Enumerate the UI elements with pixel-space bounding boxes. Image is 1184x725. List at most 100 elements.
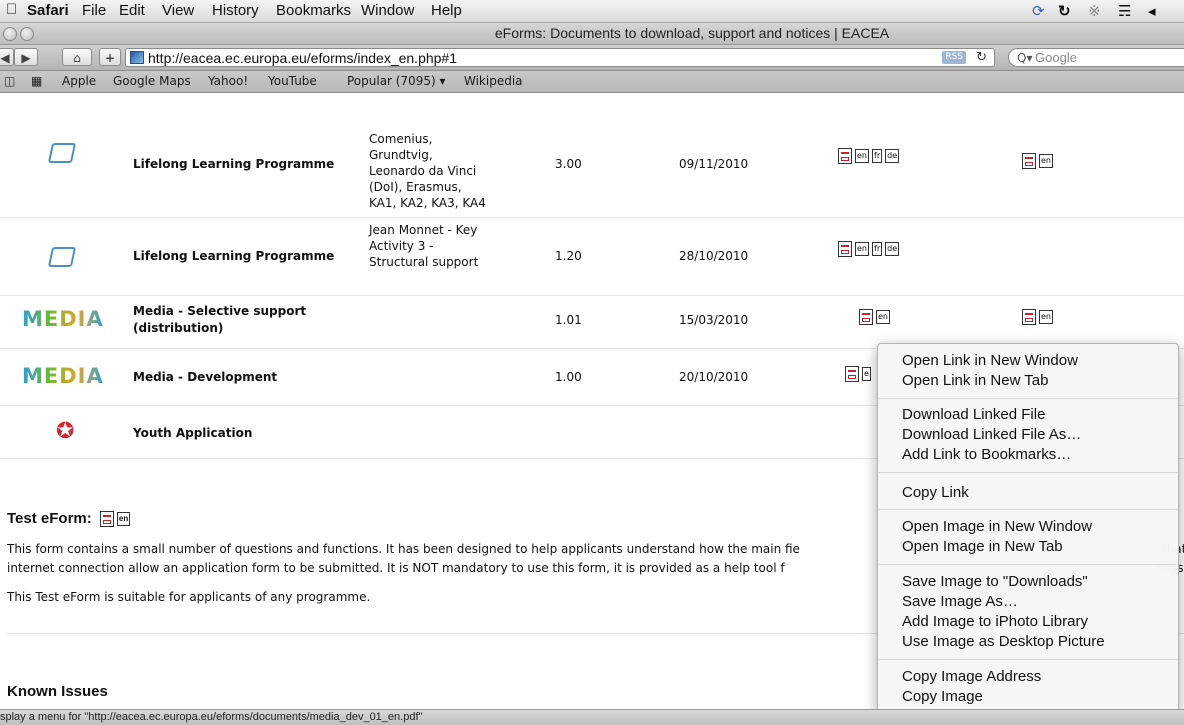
bookmarks-bar: ◫ ▦ Apple Google Maps Yahoo! YouTube Pop… [0, 71, 1184, 93]
bookmark-popular-label: Popular (7095) [347, 74, 436, 88]
download-links: en [859, 309, 890, 325]
search-field[interactable]: Q▾ Google [1008, 48, 1184, 67]
menu-edit[interactable]: Edit [119, 2, 145, 19]
bluetooth-icon[interactable]: ※ [1088, 2, 1101, 20]
download-links-2: en [1022, 153, 1053, 169]
apple-menu-icon[interactable]:  [6, 1, 17, 18]
add-bookmark-button[interactable]: + [99, 48, 121, 66]
menu-download-linked-file[interactable]: Download Linked File [902, 406, 1045, 423]
lang-link-fr[interactable]: fr [872, 149, 883, 163]
menu-separator [879, 472, 1177, 473]
test-eform-title: Test eForm: [7, 510, 92, 527]
home-button[interactable]: ⌂ [62, 48, 92, 66]
bookmark-youtube[interactable]: YouTube [268, 74, 317, 88]
sync-icon[interactable]: ⟳ [1032, 2, 1045, 20]
lang-link-en[interactable]: en [855, 149, 869, 163]
test-eform-suitability: This Test eForm is suitable for applican… [7, 590, 371, 604]
laptop-icon [47, 143, 77, 163]
lang-link-en[interactable]: en [116, 512, 131, 527]
lang-link-de[interactable]: de [885, 149, 900, 163]
bookmark-yahoo[interactable]: Yahoo! [208, 74, 248, 88]
top-sites-icon[interactable]: ▦ [31, 74, 42, 88]
window-title-bar: eForms: Documents to download, support a… [0, 23, 1184, 45]
volume-icon[interactable]: ◂ [1148, 2, 1156, 20]
menu-bookmarks[interactable]: Bookmarks [276, 2, 351, 19]
bookmark-apple[interactable]: Apple [62, 74, 96, 88]
menu-copy-image-address[interactable]: Copy Image Address [902, 668, 1041, 685]
programme-name: Media - Selective support (distribution) [133, 303, 306, 337]
action-line: KA1, KA2, KA3, KA4 [369, 196, 486, 210]
lang-link-en[interactable]: en [1039, 154, 1053, 168]
chevron-down-icon: ▾ [435, 74, 446, 88]
lang-link-en[interactable]: en [855, 242, 869, 256]
time-machine-icon[interactable]: ↻ [1058, 2, 1071, 20]
address-bar[interactable]: http://eacea.ec.europa.eu/eforms/index_e… [125, 48, 995, 67]
menu-view[interactable]: View [162, 2, 194, 19]
action-line: Grundtvig, [369, 148, 433, 162]
test-eform-description-line2: internet connection allow an application… [7, 561, 785, 575]
lang-link-fr[interactable]: fr [872, 242, 883, 256]
menu-use-image-as-desktop[interactable]: Use Image as Desktop Picture [902, 633, 1105, 650]
pdf-icon[interactable] [845, 366, 859, 382]
lang-link-en[interactable]: en [876, 310, 890, 324]
version-cell: 1.01 [555, 313, 582, 327]
menu-copy-image[interactable]: Copy Image [902, 688, 983, 705]
address-url: http://eacea.ec.europa.eu/eforms/index_e… [148, 50, 457, 66]
menu-copy-link[interactable]: Copy Link [902, 484, 969, 501]
download-links: e [845, 366, 871, 382]
menu-safari[interactable]: Safari [27, 2, 69, 19]
menu-open-link-new-tab[interactable]: Open Link in New Tab [902, 372, 1048, 389]
laptop-icon [47, 247, 77, 267]
action-line: Structural support [369, 255, 479, 269]
search-icon: Q▾ [1017, 51, 1033, 65]
lang-link-en[interactable]: en [1039, 310, 1053, 324]
pdf-icon[interactable] [859, 309, 873, 325]
bookmark-google-maps[interactable]: Google Maps [113, 74, 191, 88]
pdf-icon[interactable] [99, 511, 114, 528]
action-line: Jean Monnet - Key [369, 223, 478, 237]
wifi-icon[interactable]: ☴ [1118, 2, 1131, 20]
pdf-icon[interactable] [1022, 309, 1036, 325]
browser-toolbar: ◀ ▶ ⌂ + http://eacea.ec.europa.eu/eforms… [0, 45, 1184, 71]
download-links: en fr de [838, 241, 900, 257]
menu-open-image-new-window[interactable]: Open Image in New Window [902, 518, 1092, 535]
programme-name: Lifelong Learning Programme [133, 249, 335, 263]
back-button[interactable]: ◀ [0, 48, 14, 66]
table-row: MEDIA Media - Selective support (distrib… [0, 295, 1184, 349]
menu-open-link-new-window[interactable]: Open Link in New Window [902, 352, 1078, 369]
menu-add-link-to-bookmarks[interactable]: Add Link to Bookmarks… [902, 446, 1071, 463]
programme-line: (distribution) [133, 321, 224, 335]
reading-list-icon[interactable]: ◫ [4, 74, 15, 88]
menu-window[interactable]: Window [361, 2, 414, 19]
programme-name: Lifelong Learning Programme [133, 157, 335, 171]
date-cell: 15/03/2010 [679, 313, 749, 327]
programme-name: Media - Development [133, 370, 278, 384]
lang-link-de[interactable]: de [885, 242, 900, 256]
forward-button[interactable]: ▶ [14, 48, 38, 66]
menu-save-image-to-downloads[interactable]: Save Image to "Downloads" [902, 573, 1088, 590]
status-bar: splay a menu for "http://eacea.ec.europa… [0, 709, 1184, 725]
menu-open-image-new-tab[interactable]: Open Image in New Tab [902, 538, 1063, 555]
home-icon: ⌂ [73, 51, 81, 65]
menu-help[interactable]: Help [431, 2, 462, 19]
action-line: Activity 3 - [369, 239, 434, 253]
menu-bar:  Safari File Edit View History Bookmark… [0, 0, 1184, 23]
action-cell: Jean Monnet - Key Activity 3 - Structura… [369, 222, 478, 270]
reload-icon[interactable]: ↻ [976, 49, 987, 67]
pdf-icon[interactable] [838, 241, 852, 257]
pdf-icon[interactable] [1022, 153, 1036, 169]
bookmark-wikipedia[interactable]: Wikipedia [464, 74, 523, 88]
lang-link-en[interactable]: e [862, 367, 871, 381]
site-favicon-icon [130, 51, 144, 64]
menu-add-image-to-iphoto[interactable]: Add Image to iPhoto Library [902, 613, 1088, 630]
menu-file[interactable]: File [82, 2, 106, 19]
menu-save-image-as[interactable]: Save Image As… [902, 593, 1018, 610]
rss-badge[interactable]: RSS [942, 51, 966, 64]
test-eform-description-line1: This form contains a small number of que… [7, 542, 800, 556]
programme-line: Media - Selective support [133, 304, 307, 318]
bookmark-popular[interactable]: Popular (7095) ▾ [347, 74, 446, 88]
media-logo: MEDIA [22, 364, 104, 388]
pdf-icon[interactable] [838, 148, 852, 164]
menu-download-linked-file-as[interactable]: Download Linked File As… [902, 426, 1081, 443]
menu-history[interactable]: History [212, 2, 259, 19]
